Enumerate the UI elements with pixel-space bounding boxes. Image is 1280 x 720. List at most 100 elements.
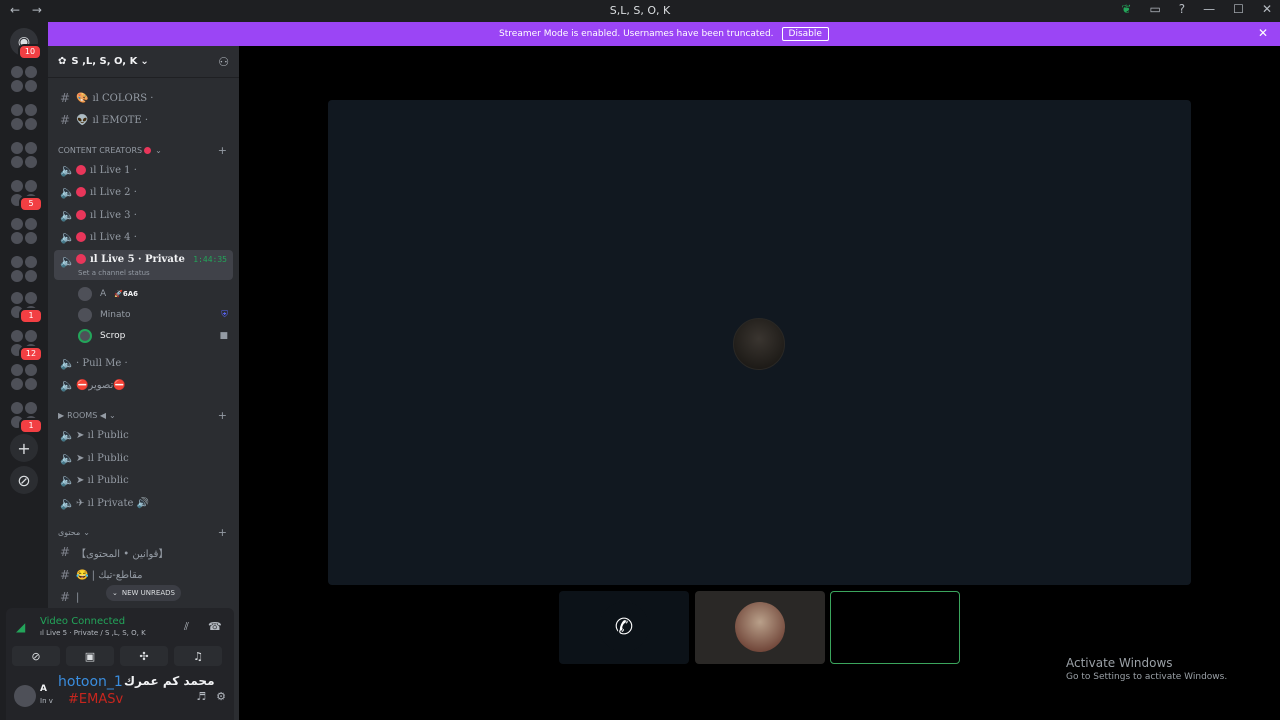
speaker-icon: 🔈 [60, 451, 75, 465]
text-channel-tiktok[interactable]: # 😂 | مقاطع-تيك [54, 565, 233, 585]
voice-location[interactable]: ıl Live 5 · Private / S ,L, S, O, K [40, 629, 146, 637]
category-content-creators[interactable]: CONTENT CREATORS ⌄ + [58, 144, 233, 157]
activities-icon: ✣ [139, 649, 149, 663]
inbox-icon[interactable]: ▭ [1149, 2, 1160, 16]
soundboard-icon: ♫ [193, 649, 203, 663]
activate-windows-watermark: Activate Windows Go to Settings to activ… [1066, 656, 1227, 682]
maximize-button[interactable]: ☐ [1233, 2, 1244, 16]
voice-channel-photography[interactable]: 🔈 ⛔تصوير⛔ [54, 375, 233, 395]
chevron-down-icon: ⌄ [108, 411, 116, 420]
voice-channel-public[interactable]: 🔈 ➤ ıl Public [54, 425, 233, 445]
new-unreads-pill[interactable]: ⌄ NEW UNREADS [106, 585, 181, 601]
text-channel-rules[interactable]: # 【قوانين • المحتوى】 [54, 542, 233, 562]
headphones-icon[interactable]: ♬ [196, 690, 206, 703]
voice-channel-live-2[interactable]: 🔈 ıl Live 2 · [54, 182, 233, 202]
voice-channel-public[interactable]: 🔈 ➤ ıl Public [54, 448, 233, 468]
activities-button[interactable]: ✣ [120, 646, 168, 666]
category-label: CONTENT CREATORS [58, 146, 143, 155]
speaker-icon: 🔈 [60, 254, 75, 268]
channel-status[interactable]: Set a channel status [78, 269, 150, 277]
chevron-down-icon: ⌄ [112, 589, 118, 597]
explore-button[interactable]: ⊘ [10, 466, 38, 494]
home-button[interactable]: ◉ 10 [10, 28, 42, 60]
voice-channel-live-5-active[interactable]: 🔈 ıl Live 5 · Private 1:44:35 Set a chan… [54, 250, 233, 280]
help-icon[interactable]: ? [1179, 2, 1185, 16]
server-folder[interactable]: 12 [9, 328, 43, 362]
channel-emote[interactable]: # 👽 ıl EMOTE · [54, 110, 233, 130]
noise-suppression-icon[interactable]: ⫽ [184, 620, 189, 634]
focused-video-tile[interactable] [328, 100, 1191, 585]
participant-tile[interactable]: ✆ [559, 591, 689, 664]
channel-label: ıl COLORS · [92, 92, 154, 104]
voice-channel-live-3[interactable]: 🔈 ıl Live 3 · [54, 205, 233, 225]
palette-icon: 🎨 [76, 92, 89, 104]
disconnect-icon[interactable]: ☎ [208, 620, 222, 633]
voice-channel-private[interactable]: 🔈 ✈ ıl Private 🔊 [54, 493, 233, 513]
add-channel-icon[interactable]: + [218, 526, 227, 539]
avatar[interactable] [14, 685, 36, 707]
signal-icon[interactable]: ◢ [16, 620, 25, 634]
channel-label: | [76, 591, 80, 603]
member-name: Scrop [100, 331, 126, 341]
add-channel-icon[interactable]: + [218, 409, 227, 422]
shield-icon: ⛨ [221, 310, 228, 320]
server-header[interactable]: ✿ S ,L, S, O, K ⌄ ⚇ [48, 46, 239, 78]
category-rooms[interactable]: ▶ ROOMS ◀ ⌄ + [58, 409, 233, 422]
channel-colors[interactable]: # 🎨 ıl COLORS · [54, 88, 233, 108]
voice-member[interactable]: A 🚀6A6 [78, 284, 228, 304]
speaker-icon: 🔈 [60, 378, 75, 392]
unread-badge: 12 [19, 346, 43, 362]
server-folder[interactable]: 1 [9, 400, 43, 434]
participant-tile[interactable] [695, 591, 825, 664]
screen-share-icon: ▣ [84, 649, 96, 663]
voice-status[interactable]: Video Connected [40, 616, 125, 627]
minimize-button[interactable]: — [1203, 2, 1215, 16]
watermark-subtitle: Go to Settings to activate Windows. [1066, 672, 1228, 682]
server-folder[interactable] [9, 140, 39, 170]
titlebar-controls: ❦ ▭ ? — ☐ ✕ [1121, 2, 1272, 16]
channel-label: ıl EMOTE · [92, 114, 149, 126]
avatar [78, 329, 92, 343]
overlay-tag: #EMASv [68, 692, 124, 707]
server-folder[interactable] [9, 64, 39, 94]
voice-channel-public[interactable]: 🔈 ➤ ıl Public [54, 470, 233, 490]
voice-panel: ◢ Video Connected ıl Live 5 · Private / … [6, 608, 234, 720]
voice-member[interactable]: Minato ⛨ [78, 305, 228, 325]
server-icon: ✿ [58, 56, 67, 67]
close-button[interactable]: ✕ [1262, 2, 1272, 16]
disable-button[interactable]: Disable [781, 27, 829, 41]
voice-member[interactable]: Scrop ■ [78, 326, 228, 346]
server-folder[interactable]: 1 [9, 290, 43, 324]
add-server-button[interactable]: + [10, 434, 38, 462]
chevron-down-icon: ⌄ [140, 56, 149, 67]
gear-icon[interactable]: ⚙ [216, 690, 226, 703]
participant-tile-speaking[interactable] [830, 591, 960, 664]
speaker-icon: 🔈 [60, 185, 75, 199]
invite-icon[interactable]: ⚇ [218, 55, 229, 69]
camera-toggle-button[interactable]: ⊘ [12, 646, 60, 666]
screen-share-button[interactable]: ▣ [66, 646, 114, 666]
unread-badge: 1 [19, 418, 43, 434]
add-channel-icon[interactable]: + [218, 144, 227, 157]
leaf-icon[interactable]: ❦ [1121, 2, 1131, 16]
user-status: In v [40, 697, 53, 705]
server-folder[interactable] [9, 254, 39, 284]
voice-channel-live-4[interactable]: 🔈 ıl Live 4 · [54, 227, 233, 247]
channel-label: ➤ ıl Public [76, 474, 129, 486]
server-folder[interactable] [9, 216, 39, 246]
title-bar: ← → S,L, S, O, K ❦ ▭ ? — ☐ ✕ [0, 0, 1280, 22]
channel-label: ıl Live 5 · Private [90, 254, 185, 265]
server-folder[interactable] [9, 102, 39, 132]
voice-channel-live-1[interactable]: 🔈 ıl Live 1 · [54, 160, 233, 180]
soundboard-button[interactable]: ♫ [174, 646, 222, 666]
voice-channel-pull-me[interactable]: 🔈 · Pull Me · [54, 353, 233, 373]
chevron-down-icon: ⌄ [83, 528, 90, 537]
category-content[interactable]: محتوى ⌄ + [58, 526, 233, 539]
speaker-icon: 🔈 [60, 356, 75, 370]
close-icon[interactable]: ✕ [1258, 26, 1268, 40]
banner-text: Streamer Mode is enabled. Usernames have… [499, 29, 774, 39]
server-folder[interactable] [9, 362, 39, 392]
chevron-down-icon: ⌄ [155, 146, 162, 155]
camera-off-icon: ⊘ [31, 649, 41, 663]
server-folder[interactable]: 5 [9, 178, 43, 212]
